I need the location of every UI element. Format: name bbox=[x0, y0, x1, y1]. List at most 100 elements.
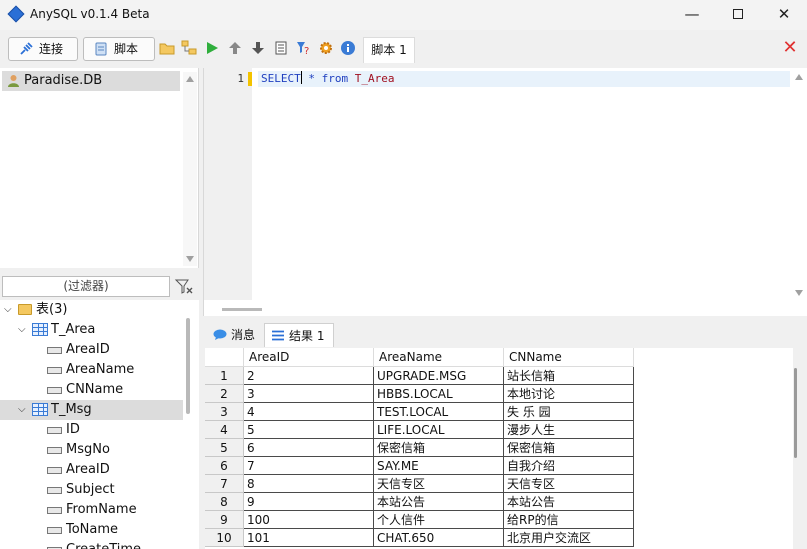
close-window-button[interactable]: ✕ bbox=[761, 0, 807, 30]
grid-cell[interactable]: 失 乐 园 bbox=[504, 403, 634, 421]
grid-cell[interactable]: 6 bbox=[244, 439, 374, 457]
upload-icon[interactable] bbox=[227, 40, 243, 56]
grid-cell[interactable]: 给RP的信 bbox=[504, 511, 634, 529]
grid-cell[interactable]: 100 bbox=[244, 511, 374, 529]
sql-editor[interactable]: 1 SELECT * from T_Area bbox=[203, 68, 807, 316]
scroll-down-icon[interactable] bbox=[186, 256, 194, 262]
table-row[interactable]: 8 9 本站公告 本站公告 bbox=[205, 493, 635, 511]
help-filter-icon[interactable]: ? bbox=[295, 40, 311, 56]
grid-cell[interactable]: 站长信箱 bbox=[504, 367, 634, 385]
grid-cell[interactable]: 8 bbox=[244, 475, 374, 493]
table-row[interactable]: 6 7 SAY.ME 自我介绍 bbox=[205, 457, 635, 475]
connect-button[interactable]: 连接 bbox=[8, 37, 78, 61]
editor-scrollbar[interactable] bbox=[792, 72, 806, 300]
row-number[interactable]: 4 bbox=[205, 421, 244, 439]
tree-column[interactable]: AreaID bbox=[0, 340, 183, 360]
settings-icon[interactable] bbox=[318, 40, 334, 56]
grid-cell[interactable]: 自我介绍 bbox=[504, 457, 634, 475]
scroll-up-icon[interactable] bbox=[795, 74, 803, 80]
grid-cell[interactable]: 本站公告 bbox=[504, 493, 634, 511]
script-button[interactable]: 脚本 bbox=[83, 37, 155, 61]
grid-cell[interactable]: 3 bbox=[244, 385, 374, 403]
database-item[interactable]: Paradise.DB bbox=[2, 71, 180, 91]
tree-column[interactable]: AreaName bbox=[0, 360, 183, 380]
grid-cell[interactable]: LIFE.LOCAL bbox=[374, 421, 504, 439]
tree-column[interactable]: MsgNo bbox=[0, 440, 183, 460]
tree-column[interactable]: CNName bbox=[0, 380, 183, 400]
tree-scrollbar[interactable] bbox=[186, 318, 190, 414]
grid-cell[interactable]: TEST.LOCAL bbox=[374, 403, 504, 421]
scroll-up-icon[interactable] bbox=[186, 76, 194, 82]
tree-column[interactable]: ID bbox=[0, 420, 183, 440]
column-header[interactable]: CNName bbox=[504, 348, 634, 367]
column-header[interactable]: AreaName bbox=[374, 348, 504, 367]
chevron-down-icon[interactable]: ⌵ bbox=[18, 320, 28, 340]
chevron-down-icon[interactable]: ⌵ bbox=[4, 300, 14, 320]
grid-cell[interactable]: UPGRADE.MSG bbox=[374, 367, 504, 385]
row-number[interactable]: 9 bbox=[205, 511, 244, 529]
tree-column[interactable]: FromName bbox=[0, 500, 183, 520]
table-row[interactable]: 4 5 LIFE.LOCAL 漫步人生 bbox=[205, 421, 635, 439]
table-row[interactable]: 1 2 UPGRADE.MSG 站长信箱 bbox=[205, 367, 635, 385]
scroll-down-icon[interactable] bbox=[795, 290, 803, 296]
row-number[interactable]: 1 bbox=[205, 367, 244, 385]
grid-cell[interactable]: 2 bbox=[244, 367, 374, 385]
database-scrollbar[interactable] bbox=[183, 72, 197, 266]
open-folder-icon[interactable] bbox=[159, 40, 175, 56]
grid-cell[interactable]: 北京用户交流区 bbox=[504, 529, 634, 547]
grid-cell[interactable]: 天信专区 bbox=[504, 475, 634, 493]
grid-cell[interactable]: 个人信件 bbox=[374, 511, 504, 529]
clear-filter-icon[interactable] bbox=[174, 278, 194, 296]
tab-results[interactable]: 结果 1 bbox=[264, 323, 334, 347]
table-row[interactable]: 5 6 保密信箱 保密信箱 bbox=[205, 439, 635, 457]
row-number[interactable]: 7 bbox=[205, 475, 244, 493]
minimize-button[interactable]: — bbox=[669, 0, 715, 30]
row-number[interactable]: 6 bbox=[205, 457, 244, 475]
download-icon[interactable] bbox=[250, 40, 266, 56]
table-row[interactable]: 3 4 TEST.LOCAL 失 乐 园 bbox=[205, 403, 635, 421]
row-number[interactable]: 3 bbox=[205, 403, 244, 421]
row-number[interactable]: 10 bbox=[205, 529, 244, 547]
row-number[interactable]: 5 bbox=[205, 439, 244, 457]
tree-tables-root[interactable]: ⌵ 表(3) bbox=[0, 300, 183, 320]
editor-hscrollbar[interactable] bbox=[222, 308, 262, 311]
tab-messages[interactable]: 消息 bbox=[207, 323, 263, 347]
grid-cell[interactable]: HBBS.LOCAL bbox=[374, 385, 504, 403]
table-row[interactable]: 9 100 个人信件 给RP的信 bbox=[205, 511, 635, 529]
results-scrollbar[interactable] bbox=[794, 368, 797, 458]
tree-table-t-area[interactable]: ⌵ T_Area bbox=[0, 320, 183, 340]
tree-column[interactable]: Subject bbox=[0, 480, 183, 500]
grid-cell[interactable]: 7 bbox=[244, 457, 374, 475]
row-number[interactable]: 2 bbox=[205, 385, 244, 403]
grid-cell[interactable]: 天信专区 bbox=[374, 475, 504, 493]
grid-cell[interactable]: 本地讨论 bbox=[504, 385, 634, 403]
close-tab-button[interactable]: ✕ bbox=[781, 39, 799, 57]
grid-cell[interactable]: 5 bbox=[244, 421, 374, 439]
row-number[interactable]: 8 bbox=[205, 493, 244, 511]
maximize-button[interactable] bbox=[715, 0, 761, 30]
tree-table-t-msg[interactable]: ⌵ T_Msg bbox=[0, 400, 183, 420]
grid-cell[interactable]: 保密信箱 bbox=[504, 439, 634, 457]
table-row[interactable]: 10 101 CHAT.650 北京用户交流区 bbox=[205, 529, 635, 547]
document-icon[interactable] bbox=[273, 40, 289, 56]
grid-cell[interactable]: 4 bbox=[244, 403, 374, 421]
tab-script-1[interactable]: 脚本 1 bbox=[363, 37, 415, 63]
code-line[interactable]: SELECT * from T_Area bbox=[258, 71, 790, 87]
table-row[interactable]: 7 8 天信专区 天信专区 bbox=[205, 475, 635, 493]
column-header[interactable]: AreaID bbox=[244, 348, 374, 367]
chevron-down-icon[interactable]: ⌵ bbox=[18, 400, 28, 420]
grid-cell[interactable]: SAY.ME bbox=[374, 457, 504, 475]
filter-input[interactable]: (过滤器) bbox=[2, 276, 170, 297]
grid-cell[interactable]: CHAT.650 bbox=[374, 529, 504, 547]
tree-column[interactable]: AreaID bbox=[0, 460, 183, 480]
grid-cell[interactable]: 101 bbox=[244, 529, 374, 547]
tree-column[interactable]: ToName bbox=[0, 520, 183, 540]
grid-cell[interactable]: 漫步人生 bbox=[504, 421, 634, 439]
tree-column[interactable]: CreateTime bbox=[0, 540, 183, 549]
tree-icon[interactable] bbox=[181, 40, 197, 56]
table-row[interactable]: 2 3 HBBS.LOCAL 本地讨论 bbox=[205, 385, 635, 403]
run-icon[interactable] bbox=[204, 40, 220, 56]
grid-cell[interactable]: 本站公告 bbox=[374, 493, 504, 511]
grid-cell[interactable]: 保密信箱 bbox=[374, 439, 504, 457]
about-icon[interactable] bbox=[340, 40, 356, 56]
